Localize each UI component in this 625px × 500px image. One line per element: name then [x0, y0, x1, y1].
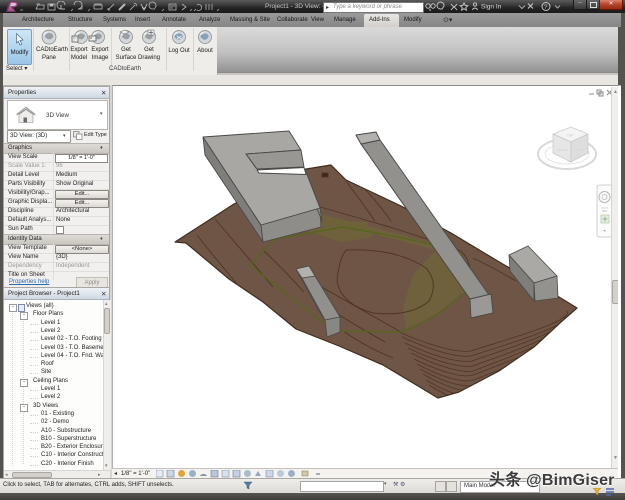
svg-text:Sign In: Sign In: [481, 4, 502, 11]
svg-text:TOP: TOP: [567, 134, 573, 138]
svg-text:RIGHT: RIGHT: [575, 148, 585, 152]
svg-text:FRONT: FRONT: [557, 148, 567, 152]
